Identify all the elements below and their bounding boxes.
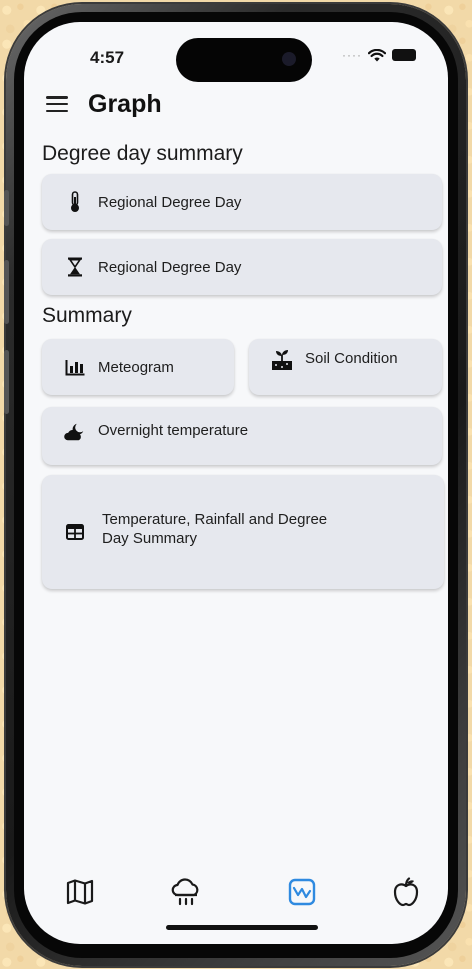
status-time: 4:57: [90, 48, 125, 67]
home-indicator[interactable]: [166, 925, 318, 930]
tab-graph[interactable]: [280, 872, 324, 916]
meteogram-card[interactable]: Meteogram: [42, 339, 234, 395]
rain-cloud-icon: [171, 877, 201, 912]
dynamic-island: [176, 38, 312, 82]
soil-condition-card[interactable]: Soil Condition: [249, 339, 442, 395]
regional-degree-day-card-2[interactable]: Regional Degree Day: [42, 239, 442, 295]
phone-volume-up-button: [4, 260, 9, 324]
section-title-summary: Summary: [42, 304, 132, 327]
card-label: Temperature, Rainfall and Degree Day Sum…: [102, 511, 328, 547]
seedling-soil-icon: [271, 349, 293, 371]
app-screen: 4:57 ···· Graph Degree day summary Regio…: [24, 22, 448, 944]
tab-map[interactable]: [58, 872, 102, 916]
regional-degree-day-card-1[interactable]: Regional Degree Day: [42, 174, 442, 230]
card-label: Meteogram: [98, 358, 174, 376]
app-header: Graph: [46, 84, 426, 124]
phone-volume-down-button: [4, 350, 9, 414]
temperature-rainfall-degree-day-summary-card[interactable]: Temperature, Rainfall and Degree Day Sum…: [42, 475, 444, 589]
hourglass-icon: [64, 256, 86, 278]
card-label: Regional Degree Day: [98, 258, 242, 276]
card-label: Regional Degree Day: [98, 193, 242, 211]
apple-icon: [392, 876, 420, 912]
cellular-signal-icon: ····: [342, 48, 362, 62]
status-icons: ····: [342, 48, 416, 62]
front-camera: [282, 52, 296, 66]
cloud-moon-icon: [64, 421, 86, 443]
overnight-temperature-card[interactable]: Overnight temperature: [42, 407, 442, 465]
thermometer-icon: [64, 191, 86, 213]
battery-icon: [392, 49, 416, 61]
bottom-tab-bar: [24, 834, 448, 944]
page-title: Graph: [88, 89, 162, 118]
section-title-degree-day-summary: Degree day summary: [42, 142, 243, 165]
card-label: Overnight temperature: [98, 422, 249, 439]
wifi-icon: [368, 48, 386, 62]
tab-weather[interactable]: [164, 872, 208, 916]
tab-fruit[interactable]: [384, 872, 428, 916]
bar-chart-icon: [64, 356, 86, 378]
hamburger-menu-icon[interactable]: [46, 96, 68, 112]
phone-action-button: [4, 190, 9, 226]
map-icon: [66, 878, 94, 910]
table-icon: [64, 521, 86, 543]
card-label: Soil Condition: [305, 350, 398, 367]
graph-icon: [288, 878, 316, 911]
status-bar: 4:57 ····: [24, 22, 448, 82]
